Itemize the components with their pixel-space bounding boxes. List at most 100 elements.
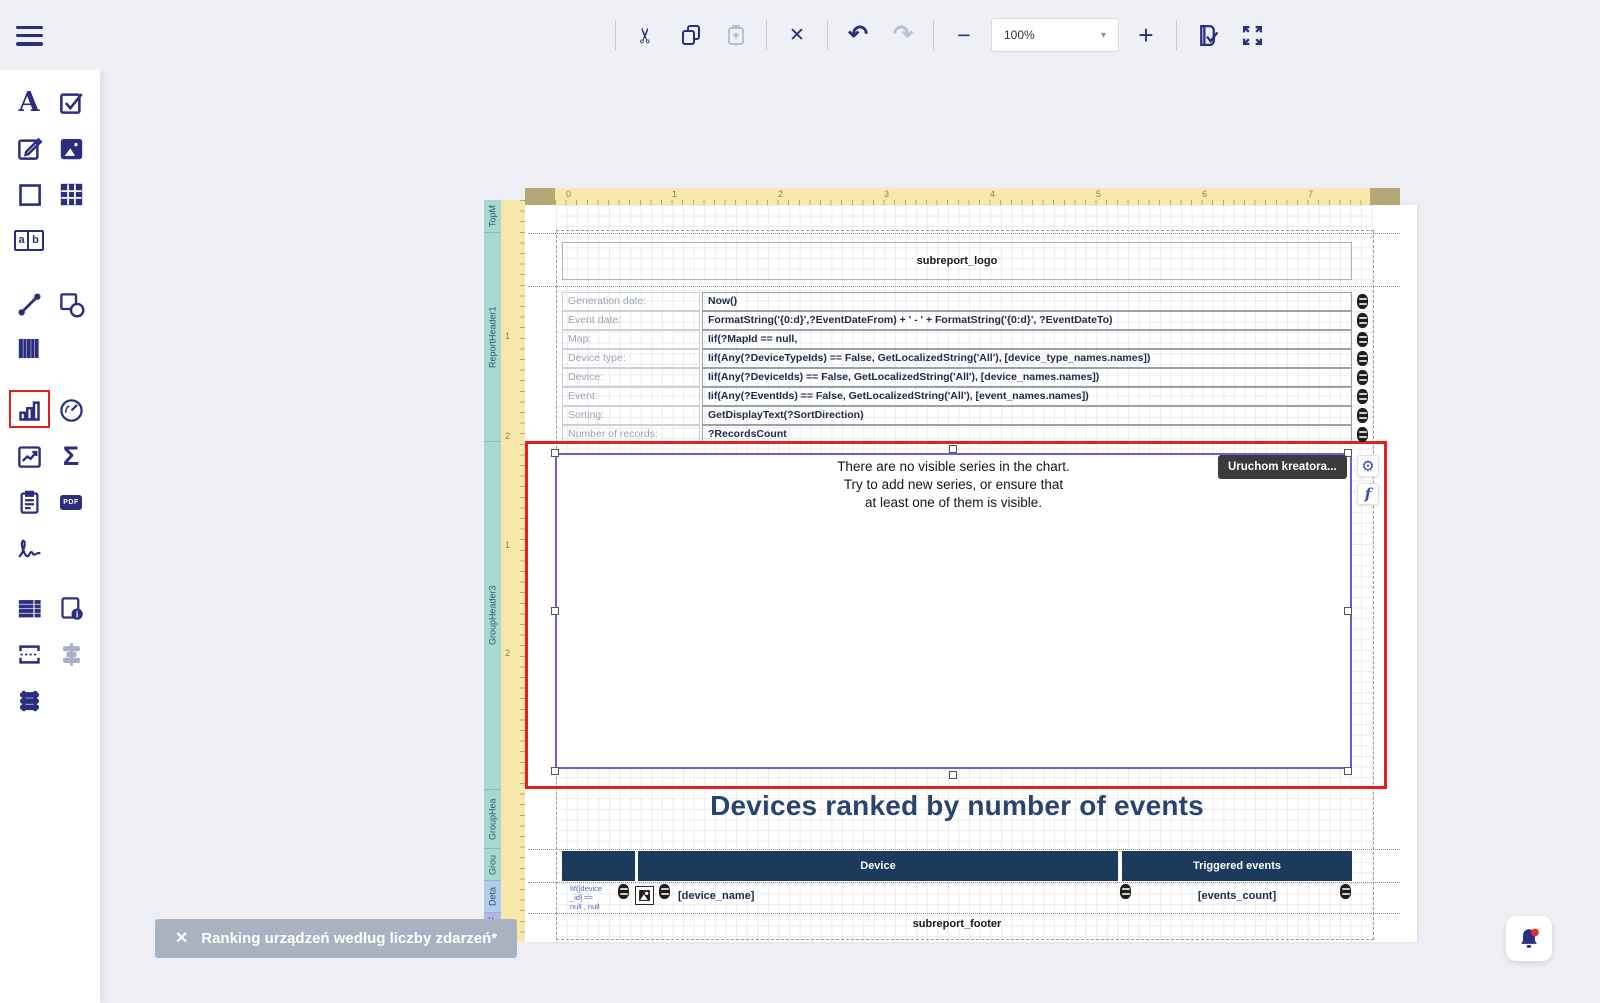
chart-tool[interactable]: [13, 394, 45, 426]
clipboard-control-tool[interactable]: [13, 486, 45, 518]
cut-button[interactable]: ✂: [628, 17, 664, 53]
band-detail[interactable]: Deta: [484, 881, 501, 913]
image-icon: [58, 135, 85, 162]
band-topmargin[interactable]: TopM: [484, 200, 501, 233]
math-formula-tool[interactable]: Σ: [55, 440, 87, 472]
subreport-logo-cell[interactable]: subreport_logo: [562, 242, 1352, 280]
band-separator-tool[interactable]: [13, 638, 45, 670]
line-tool[interactable]: [13, 288, 45, 320]
field-value[interactable]: GetDisplayText(?SortDirection): [702, 406, 1352, 425]
notifications-button[interactable]: [1506, 916, 1552, 961]
field-label[interactable]: Device:: [562, 368, 700, 387]
pdf-export-tool[interactable]: PDF: [55, 486, 87, 518]
datasource-icon[interactable]: [659, 884, 670, 899]
field-value[interactable]: Iif(Any(?DeviceTypeIds) == False, GetLoc…: [702, 349, 1352, 368]
field-label[interactable]: Map:: [562, 330, 700, 349]
resize-handle[interactable]: [551, 767, 559, 775]
zoom-select[interactable]: 100% ▾: [991, 18, 1119, 52]
field-label[interactable]: Generation date:: [562, 292, 700, 311]
sparkline-tool[interactable]: [13, 440, 45, 472]
panel-tool[interactable]: [13, 178, 45, 210]
copy-button[interactable]: [673, 17, 709, 53]
section-title[interactable]: Devices ranked by number of events: [562, 790, 1352, 822]
band-groupheader2[interactable]: GroupHea: [484, 790, 501, 849]
close-icon[interactable]: ✕: [175, 931, 188, 947]
resize-handle[interactable]: [551, 449, 559, 457]
chart-function-button[interactable]: f: [1357, 483, 1379, 505]
checkbox-tool[interactable]: [55, 86, 87, 118]
field-value[interactable]: Now(): [702, 292, 1352, 311]
resize-handle[interactable]: [1344, 607, 1352, 615]
field-label[interactable]: Number of records:: [562, 425, 700, 442]
table-icon: [58, 181, 85, 208]
data-band-tool[interactable]: [13, 592, 45, 624]
device-image-placeholder[interactable]: [635, 886, 654, 905]
zoom-out-button[interactable]: −: [946, 17, 982, 53]
subreport-footer-cell[interactable]: subreport_footer: [562, 918, 1352, 930]
subreport-tool[interactable]: ab: [13, 224, 45, 256]
cross-band-tool[interactable]: [13, 684, 45, 716]
field-value[interactable]: Iif(?MapId == null,: [702, 330, 1352, 349]
device-name-field[interactable]: [device_name]: [678, 890, 754, 902]
paste-button[interactable]: [718, 17, 754, 53]
report-tab[interactable]: ✕ Ranking urządzeń według liczby zdarzeń…: [155, 919, 517, 958]
design-canvas[interactable]: 0 1 2 3 4 5 6 7 1 2 1 2 TopM ReportHeade…: [100, 70, 1600, 1003]
band-reportheader1[interactable]: ReportHeader1: [484, 233, 501, 442]
text-tool[interactable]: A: [13, 86, 45, 118]
toolbar-separator: [615, 20, 616, 50]
datasource-icon[interactable]: [1120, 884, 1131, 899]
undo-button[interactable]: ↶: [840, 17, 876, 53]
datasource-icon[interactable]: [1357, 389, 1368, 404]
field-value[interactable]: ?RecordsCount: [702, 425, 1352, 442]
menu-icon[interactable]: [16, 21, 46, 47]
field-value[interactable]: FormatString('{0:d}',?EventDateFrom) + '…: [702, 311, 1352, 330]
barcode-tool[interactable]: [13, 332, 45, 364]
table-header-device-cell[interactable]: Device: [638, 851, 1118, 881]
field-value[interactable]: Iif(Any(?DeviceIds) == False, GetLocaliz…: [702, 368, 1352, 387]
field-label[interactable]: Event:: [562, 387, 700, 406]
datasource-icon[interactable]: [1357, 313, 1368, 328]
run-wizard-button[interactable]: Uruchom kreatora...: [1218, 455, 1347, 479]
band-groupheader1[interactable]: Grou: [484, 849, 501, 881]
datasource-icon[interactable]: [1357, 332, 1368, 347]
gauge-tool[interactable]: [55, 394, 87, 426]
shape-icon: [58, 291, 85, 318]
zoom-in-button[interactable]: +: [1128, 17, 1164, 53]
ruler-number: 1: [505, 331, 510, 341]
field-label[interactable]: Event date:: [562, 311, 700, 330]
page-info-tool[interactable]: i: [55, 592, 87, 624]
resize-handle[interactable]: [949, 445, 957, 453]
table-header-events-cell[interactable]: Triggered events: [1122, 851, 1352, 881]
datasource-icon[interactable]: [1357, 408, 1368, 423]
cross-band-icon: [16, 687, 43, 714]
image-tool[interactable]: [55, 132, 87, 164]
richtext-tool[interactable]: [13, 132, 45, 164]
text-tool-icon: A: [19, 89, 40, 116]
delete-button[interactable]: ✕: [779, 17, 815, 53]
redo-button[interactable]: ↷: [885, 17, 921, 53]
ruler-corner: [1370, 188, 1400, 205]
events-count-field[interactable]: [events_count]: [1122, 890, 1352, 902]
field-label[interactable]: Device type:: [562, 349, 700, 368]
fullscreen-button[interactable]: [1234, 17, 1270, 53]
datasource-icon[interactable]: [1357, 427, 1368, 442]
signature-tool[interactable]: [13, 532, 45, 564]
field-label[interactable]: Sorting:: [562, 406, 700, 425]
shape-tool[interactable]: [55, 288, 87, 320]
chart-settings-button[interactable]: ⚙: [1357, 455, 1379, 477]
datasource-icon[interactable]: [618, 884, 629, 899]
table-header-index-cell[interactable]: [562, 851, 635, 881]
resize-handle[interactable]: [949, 771, 957, 779]
table-tool[interactable]: [55, 178, 87, 210]
field-value[interactable]: Iif(Any(?EventIds) == False, GetLocalize…: [702, 387, 1352, 406]
validate-report-button[interactable]: [1189, 17, 1225, 53]
datasource-icon[interactable]: [1357, 370, 1368, 385]
toolbar-separator: [933, 20, 934, 50]
resize-handle[interactable]: [551, 607, 559, 615]
band-groupheader3[interactable]: GroupHeader3: [484, 442, 501, 790]
datasource-icon[interactable]: [1357, 351, 1368, 366]
datasource-icon[interactable]: [1357, 294, 1368, 309]
resize-handle[interactable]: [1344, 767, 1352, 775]
datasource-icon[interactable]: [1340, 884, 1351, 899]
align-center-tool[interactable]: [55, 638, 87, 670]
